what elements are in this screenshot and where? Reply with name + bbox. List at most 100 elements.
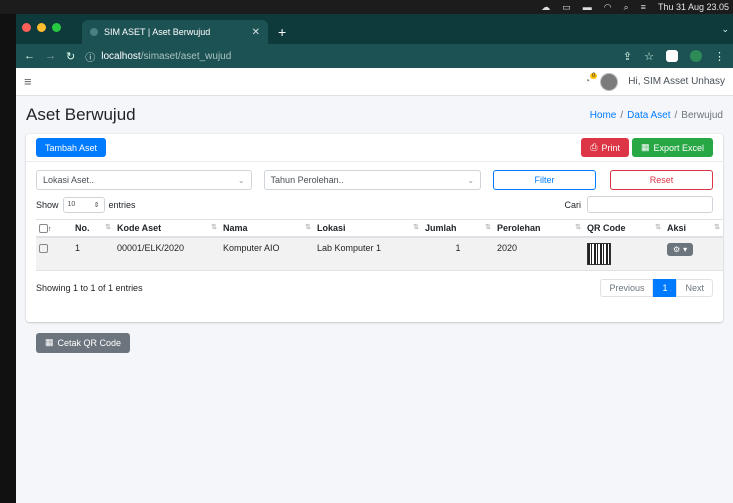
browser-menu-icon[interactable]: ⋮: [714, 50, 725, 63]
pagination-previous[interactable]: Previous: [600, 279, 654, 298]
sort-icon: ⇅: [105, 224, 111, 232]
header-label: Perolehan: [497, 223, 541, 234]
header-label: Nama: [223, 223, 248, 234]
breadcrumb: Home / Data Aset / Berwujud: [590, 110, 723, 121]
table-footer: Showing 1 to 1 of 1 entries Previous 1 N…: [26, 271, 723, 298]
chevron-down-icon: ⌄: [467, 175, 475, 185]
url-path: /simaset/aset_wujud: [140, 50, 232, 62]
sort-asc-icon: ↑: [48, 226, 52, 233]
location-select[interactable]: Lokasi Aset.. ⌄: [36, 170, 252, 190]
column-header-jumlah[interactable]: Jumlah ⇅: [422, 219, 494, 239]
browser-tab[interactable]: SIM ASET | Aset Berwujud ✕: [82, 20, 268, 44]
forward-icon[interactable]: →: [45, 50, 56, 62]
sidebar-toggle-icon[interactable]: [666, 50, 678, 62]
export-excel-button[interactable]: ▦ Export Excel: [631, 138, 713, 157]
user-avatar[interactable]: [600, 72, 619, 91]
reset-button[interactable]: Reset: [610, 170, 713, 190]
column-header-qr[interactable]: QR Code ⇅: [584, 219, 664, 239]
sort-icon: ⇅: [211, 224, 217, 232]
table-row: 1 00001/ELK/2020 Komputer AIO Lab Komput…: [36, 237, 723, 272]
sort-icon: ⇅: [655, 224, 661, 232]
header-label: Jumlah: [425, 223, 457, 234]
table-info: Showing 1 to 1 of 1 entries: [36, 283, 143, 294]
header-label: No.: [75, 223, 90, 234]
display-icon[interactable]: ▭: [562, 2, 571, 13]
minimize-window-button[interactable]: [37, 23, 46, 32]
hamburger-menu-icon[interactable]: ≡: [24, 74, 32, 89]
filter-button[interactable]: Filter: [493, 170, 597, 190]
gear-icon: ⚙: [673, 245, 681, 255]
filter-row: Lokasi Aset.. ⌄ Tahun Perolehan.. ⌄ Filt…: [26, 162, 723, 190]
reload-icon[interactable]: ↻: [66, 50, 75, 63]
cloud-icon[interactable]: ☁: [541, 2, 550, 13]
printer-icon: ⎙: [590, 142, 598, 152]
notification-bell-icon[interactable]: ◔ 0: [584, 73, 598, 87]
table-length-row: Show 10 ⇕ entries Cari: [26, 190, 723, 213]
sort-icon: ⇅: [305, 224, 311, 232]
breadcrumb-data-aset[interactable]: Data Aset: [627, 110, 670, 121]
select-all-checkbox[interactable]: [39, 224, 48, 234]
sort-icon: ⇅: [485, 224, 491, 232]
show-label: Show: [36, 199, 59, 210]
stepper-icon: ⇕: [93, 201, 100, 209]
row-actions-button[interactable]: ⚙ ▾: [667, 243, 694, 257]
cell-nama: Komputer AIO: [220, 237, 314, 272]
header-label: QR Code: [587, 223, 626, 234]
url-host: localhost: [101, 50, 141, 62]
tab-list-chevron-icon[interactable]: ⌄: [721, 24, 729, 35]
battery-icon[interactable]: ▬: [583, 2, 592, 12]
column-header-perolehan[interactable]: Perolehan ⇅: [494, 219, 584, 239]
back-icon[interactable]: ←: [24, 50, 35, 62]
export-label: Export Excel: [653, 142, 704, 153]
pagination: Previous 1 Next: [600, 279, 713, 298]
bookmark-star-icon[interactable]: ☆: [644, 50, 654, 63]
qr-print-row: ▦ Cetak QR Code: [16, 322, 733, 363]
add-asset-button[interactable]: Tambah Aset: [36, 138, 107, 157]
spotlight-icon[interactable]: ⌕: [624, 2, 629, 13]
maximize-window-button[interactable]: [52, 23, 61, 32]
table-header-row: ↑ No. ⇅ Kode Aset ⇅ Nama ⇅ Lokasi ⇅ Jumlah ⇅ …: [36, 219, 723, 239]
user-greeting[interactable]: Hi, SIM Asset Unhasy: [628, 76, 725, 87]
column-header-nama[interactable]: Nama ⇅: [220, 219, 314, 239]
favicon-icon: [90, 28, 98, 36]
select-all-header[interactable]: ↑: [36, 219, 72, 239]
entries-length-select[interactable]: 10 ⇕: [62, 196, 105, 213]
breadcrumb-separator: /: [674, 109, 678, 121]
page-title: Aset Berwujud: [26, 105, 136, 124]
control-center-icon[interactable]: ≡: [641, 2, 646, 12]
print-qr-code-button[interactable]: ▦ Cetak QR Code: [36, 332, 131, 353]
column-header-aksi[interactable]: Aksi ⇅: [664, 219, 723, 239]
header-label: Aksi: [667, 223, 687, 234]
print-button[interactable]: ⎙ Print: [581, 138, 629, 157]
close-window-button[interactable]: [22, 23, 31, 32]
search-input[interactable]: [587, 196, 713, 213]
url-field[interactable]: ⓘ localhost/simaset/aset_wujud: [85, 49, 613, 64]
pagination-next[interactable]: Next: [676, 279, 713, 298]
new-tab-button[interactable]: +: [278, 24, 286, 40]
table-search: Cari: [564, 196, 713, 213]
cell-perolehan: 2020: [494, 237, 584, 272]
column-header-lokasi[interactable]: Lokasi ⇅: [314, 219, 422, 239]
print-label: Print: [601, 142, 620, 153]
address-bar: ← → ↻ ⓘ localhost/simaset/aset_wujud ⇪ ☆…: [16, 44, 733, 68]
pagination-page-1[interactable]: 1: [653, 279, 677, 298]
close-tab-icon[interactable]: ✕: [252, 27, 260, 38]
cell-lokasi: Lab Komputer 1: [314, 237, 422, 272]
wifi-icon[interactable]: ◠: [604, 2, 612, 13]
extension-icon[interactable]: [690, 50, 702, 62]
asset-card: Tambah Aset ⎙ Print ▦ Export Excel Lokasi …: [26, 134, 723, 322]
row-checkbox[interactable]: [39, 244, 48, 254]
share-icon[interactable]: ⇪: [623, 50, 632, 63]
column-header-no[interactable]: No. ⇅: [72, 219, 114, 239]
content-header: Aset Berwujud Home / Data Aset / Berwuju…: [16, 96, 733, 134]
sort-icon: ⇅: [413, 224, 419, 232]
site-info-icon[interactable]: ⓘ: [85, 49, 95, 64]
app-navbar: ≡ ◔ 0 Hi, SIM Asset Unhasy: [16, 68, 733, 96]
header-label: Kode Aset: [117, 223, 162, 234]
entries-label: entries: [108, 199, 136, 210]
breadcrumb-home[interactable]: Home: [590, 110, 617, 121]
cell-jumlah: 1: [422, 237, 494, 272]
column-header-kode[interactable]: Kode Aset ⇅: [114, 219, 220, 239]
sort-icon: ⇅: [575, 224, 581, 232]
year-select[interactable]: Tahun Perolehan.. ⌄: [263, 170, 482, 190]
